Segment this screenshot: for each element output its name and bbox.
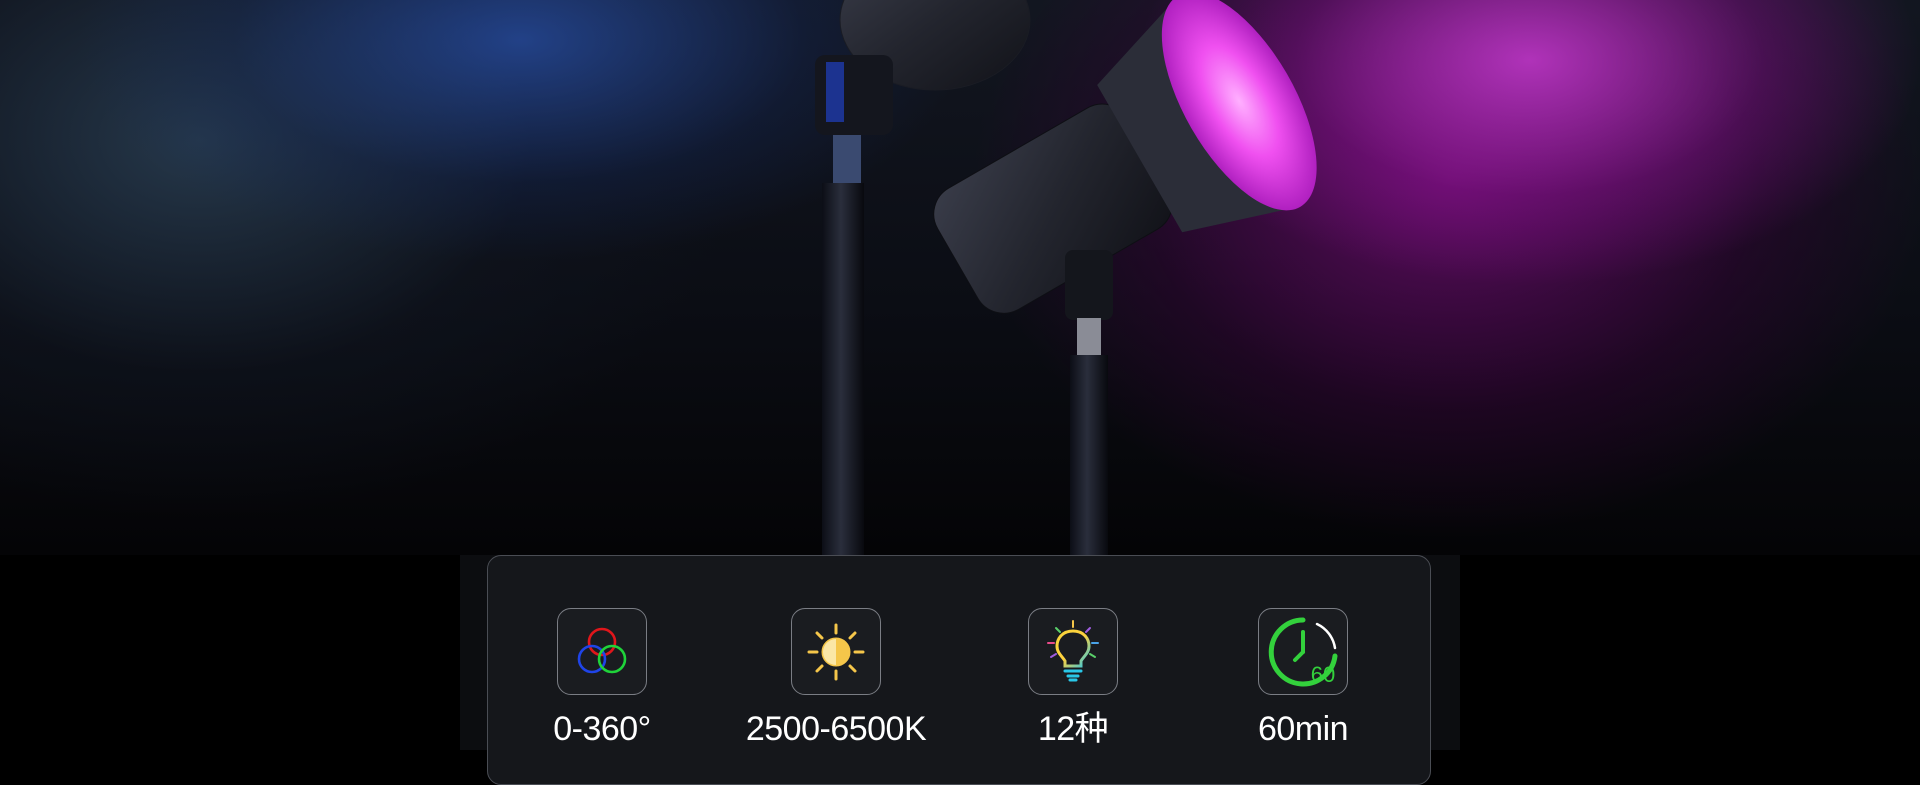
icon-box	[1028, 608, 1118, 695]
sun-half-icon	[807, 623, 865, 680]
feature-color-temperature: 2500-6500K	[736, 608, 936, 749]
feature-color-hue: 0-360°	[502, 608, 702, 749]
icon-box	[557, 608, 647, 695]
icon-box	[791, 608, 881, 695]
feature-label: 2500-6500K	[745, 710, 927, 748]
studio-lights-illustration	[815, 0, 1317, 555]
left-margin	[0, 555, 460, 750]
feature-effects: 12种	[973, 608, 1173, 749]
rgb-circles-icon	[577, 627, 627, 673]
lightbulb-icon	[1047, 619, 1099, 681]
right-margin	[1460, 555, 1920, 750]
hero-image	[0, 0, 1920, 555]
timer-60-text: 60	[1311, 662, 1335, 687]
features-panel: 0-360° 2500-6500K 12种 60 60min	[487, 555, 1431, 785]
feature-battery-runtime: 60 60min	[1203, 608, 1403, 749]
timer-60-icon: 60	[1268, 617, 1338, 687]
feature-label: 0-360°	[553, 710, 651, 748]
left-pole	[822, 183, 864, 555]
feature-label: 12种	[1037, 710, 1109, 748]
feature-label: 60min	[1257, 710, 1349, 748]
icon-box: 60	[1258, 608, 1348, 695]
right-pole	[1070, 355, 1108, 555]
